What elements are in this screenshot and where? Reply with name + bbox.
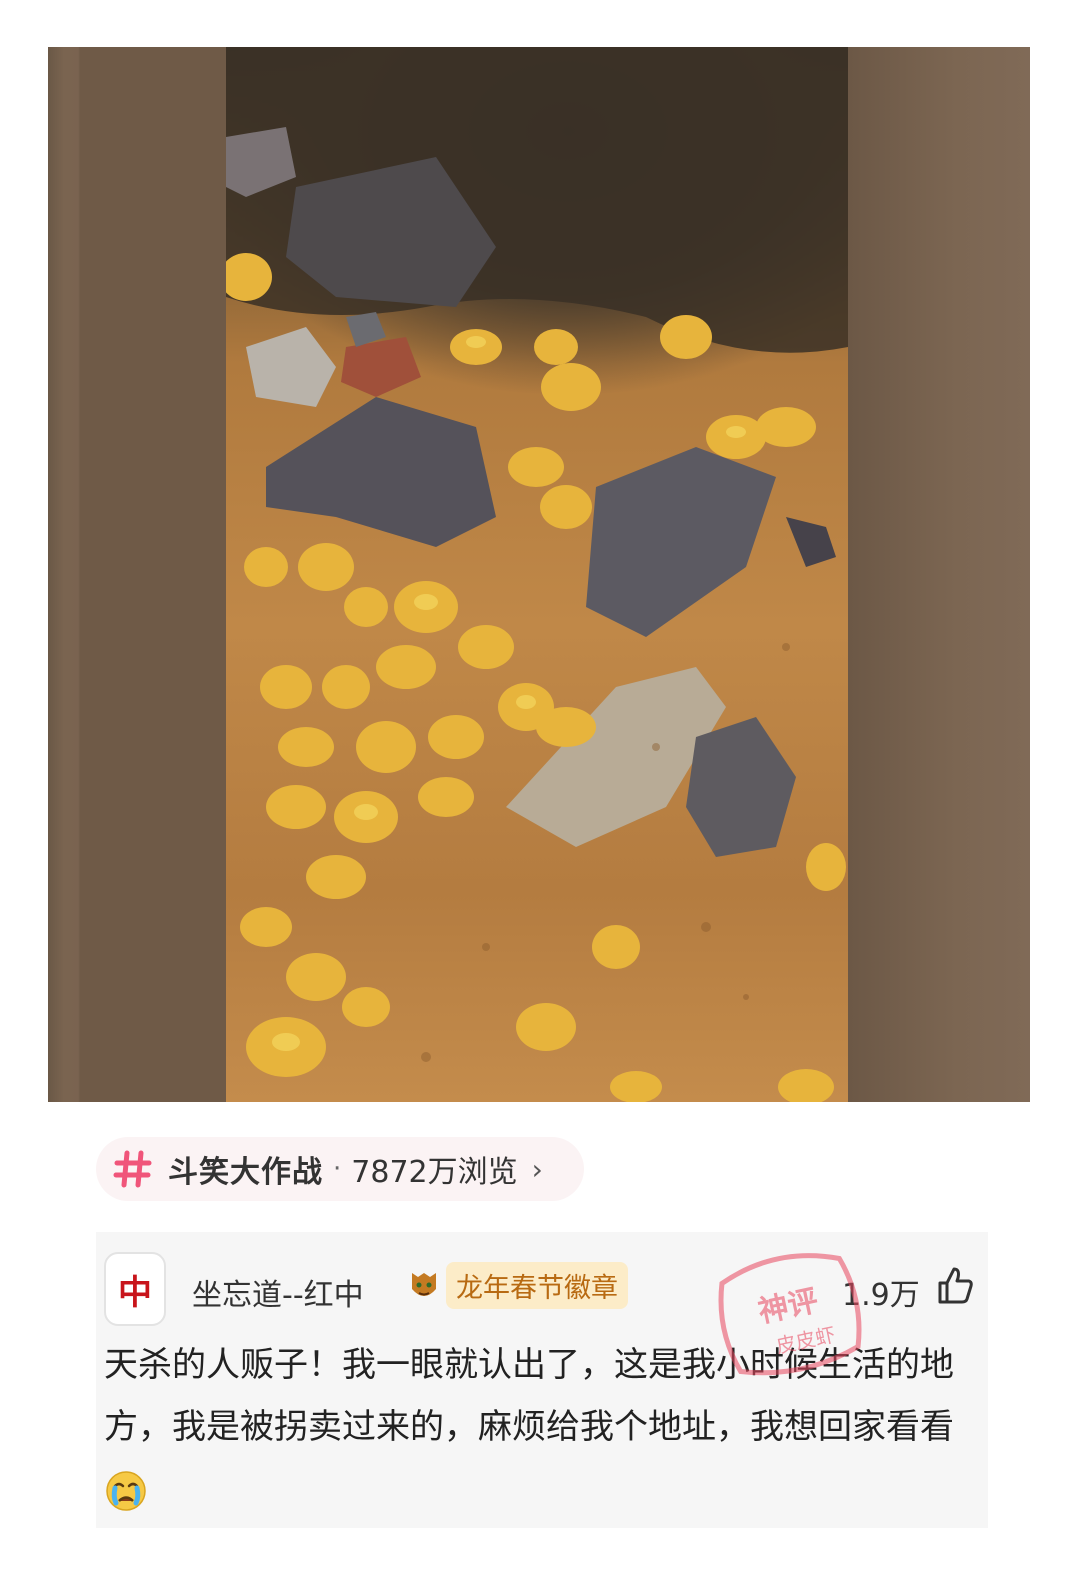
rocks-illustration — [226, 47, 848, 1102]
video-frame-image — [226, 47, 848, 1102]
tiger-badge-icon — [412, 1273, 436, 1296]
watermark-stamp: 神评 皮皮虾 — [718, 1253, 862, 1376]
topic-view-count: 7872万浏览 — [351, 1155, 518, 1190]
topic-chip[interactable]: 斗笑大作战 · 7872万浏览 › — [96, 1137, 584, 1201]
topic-separator: · — [333, 1154, 342, 1184]
crying-face-icon — [106, 1470, 146, 1511]
chevron-right-icon: › — [531, 1152, 543, 1186]
avatar[interactable]: 中 — [104, 1252, 166, 1326]
watermark-line2: 皮皮虾 — [774, 1322, 838, 1358]
comment-username[interactable]: 坐忘道--红中 — [192, 1270, 364, 1314]
badge-label: 龙年春节徽章 — [446, 1261, 628, 1309]
topic-name: 斗笑大作战 — [168, 1155, 323, 1190]
watermark-line1: 神评 — [755, 1283, 821, 1330]
user-badge[interactable]: 龙年春节徽章 — [406, 1261, 628, 1309]
thumbs-up-icon[interactable] — [936, 1265, 974, 1305]
avatar-mahjong-tile: 中 — [118, 1272, 152, 1313]
video-player[interactable] — [48, 47, 1030, 1102]
hashtag-icon — [113, 1150, 152, 1188]
